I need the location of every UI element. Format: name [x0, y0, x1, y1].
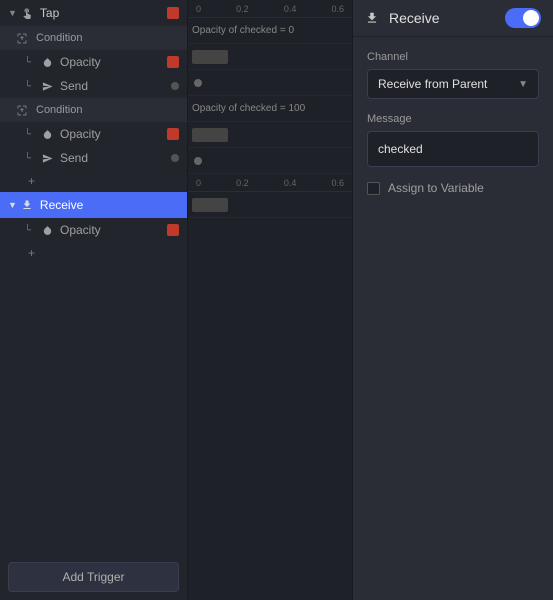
channel-field: Channel Receive from Parent ▼	[367, 51, 539, 99]
receive-plus[interactable]: +	[0, 242, 187, 264]
condition-1-send[interactable]: └ Send	[0, 74, 187, 98]
assign-checkbox[interactable]	[367, 182, 380, 195]
ruler-r-06: 0.6	[331, 178, 344, 188]
left-panel: ▼ Tap Condition └ Opacity └ Send	[0, 0, 188, 600]
middle-panel: 0 0.2 0.4 0.6 Opacity of checked = 0 Opa…	[188, 0, 353, 600]
condition-1-icon	[16, 31, 30, 45]
opacity-receive-bar	[192, 198, 228, 212]
send-2-dot	[171, 154, 179, 162]
timeline-send-2	[188, 148, 352, 174]
receive-header-icon	[365, 10, 381, 26]
message-value-box[interactable]: checked	[367, 131, 539, 167]
indent-4: └	[24, 153, 36, 164]
right-panel-title: Receive	[389, 10, 505, 26]
condition-2-send[interactable]: └ Send	[0, 146, 187, 170]
send-1-icon	[40, 79, 54, 93]
receive-icon	[20, 198, 34, 212]
right-body: Channel Receive from Parent ▼ Message ch…	[353, 37, 553, 209]
timeline-send-1	[188, 70, 352, 96]
tap-icon	[20, 6, 34, 20]
timeline-opacity-2	[188, 122, 352, 148]
timeline-opacity-receive	[188, 192, 352, 218]
opacity-2-color-box	[167, 128, 179, 140]
timeline-ruler-top: 0 0.2 0.4 0.6	[188, 0, 352, 18]
channel-select-value: Receive from Parent	[378, 77, 518, 91]
opacity-3-label: Opacity	[60, 223, 167, 237]
message-text: checked	[378, 142, 423, 156]
timeline-condition-1-label: Opacity of checked = 0	[188, 18, 352, 44]
send-2-label: Send	[60, 151, 171, 165]
condition-1-opacity[interactable]: └ Opacity	[0, 50, 187, 74]
ruler-r-02: 0.2	[236, 178, 249, 188]
opacity-2-label: Opacity	[60, 127, 167, 141]
collapse-arrow-receive: ▼	[8, 200, 17, 210]
opacity-1-color-box	[167, 56, 179, 68]
channel-label: Channel	[367, 51, 539, 63]
trigger-tap[interactable]: ▼ Tap	[0, 0, 187, 26]
ruler-0: 0	[196, 4, 201, 14]
condition-1-label: Condition	[36, 32, 82, 44]
ruler-labels-receive: 0 0.2 0.4 0.6	[192, 178, 348, 188]
opacity-2-icon	[40, 127, 54, 141]
condition-2-opacity[interactable]: └ Opacity	[0, 122, 187, 146]
condition-2[interactable]: Condition	[0, 98, 187, 122]
indent-1: └	[24, 57, 36, 68]
receive-toggle[interactable]	[505, 8, 541, 28]
assign-to-variable-row[interactable]: Assign to Variable	[367, 181, 539, 195]
add-trigger-button[interactable]: Add Trigger	[8, 562, 179, 592]
condition-2-plus[interactable]: +	[0, 170, 187, 192]
ruler-r-0: 0	[196, 178, 201, 188]
channel-dropdown-arrow: ▼	[518, 79, 528, 90]
tap-label: Tap	[40, 6, 167, 20]
assign-label: Assign to Variable	[388, 181, 484, 195]
collapse-arrow-tap: ▼	[8, 8, 17, 18]
message-field: Message checked	[367, 113, 539, 167]
indent-3: └	[24, 129, 36, 140]
opacity-2-bar	[192, 128, 228, 142]
send-2-timeline-dot	[194, 157, 202, 165]
indent-2: └	[24, 81, 36, 92]
right-panel: Receive Channel Receive from Parent ▼ Me…	[353, 0, 553, 600]
timeline-opacity-1	[188, 44, 352, 70]
timeline-ruler-receive: 0 0.2 0.4 0.6	[188, 174, 352, 192]
condition-2-label: Condition	[36, 104, 82, 116]
receive-opacity[interactable]: └ Opacity	[0, 218, 187, 242]
channel-select[interactable]: Receive from Parent ▼	[367, 69, 539, 99]
spacer	[0, 264, 187, 554]
condition-2-timeline-label: Opacity of checked = 100	[192, 103, 305, 114]
condition-2-icon	[16, 103, 30, 117]
ruler-02: 0.2	[236, 4, 249, 14]
send-1-label: Send	[60, 79, 171, 93]
send-2-icon	[40, 151, 54, 165]
timeline-condition-2-label: Opacity of checked = 100	[188, 96, 352, 122]
opacity-3-icon	[40, 223, 54, 237]
ruler-labels-top: 0 0.2 0.4 0.6	[192, 4, 348, 14]
ruler-06: 0.6	[331, 4, 344, 14]
opacity-1-bar	[192, 50, 228, 64]
condition-1-timeline-label: Opacity of checked = 0	[192, 25, 294, 36]
opacity-1-label: Opacity	[60, 55, 167, 69]
message-label: Message	[367, 113, 539, 125]
send-1-dot	[171, 82, 179, 90]
opacity-3-color-box	[167, 224, 179, 236]
receive-label: Receive	[40, 198, 179, 212]
tap-color-box	[167, 7, 179, 19]
right-header: Receive	[353, 0, 553, 37]
send-1-timeline-dot	[194, 79, 202, 87]
trigger-receive[interactable]: ▼ Receive	[0, 192, 187, 218]
ruler-04: 0.4	[284, 4, 297, 14]
condition-1[interactable]: Condition	[0, 26, 187, 50]
opacity-1-icon	[40, 55, 54, 69]
indent-5: └	[24, 225, 36, 236]
ruler-r-04: 0.4	[284, 178, 297, 188]
